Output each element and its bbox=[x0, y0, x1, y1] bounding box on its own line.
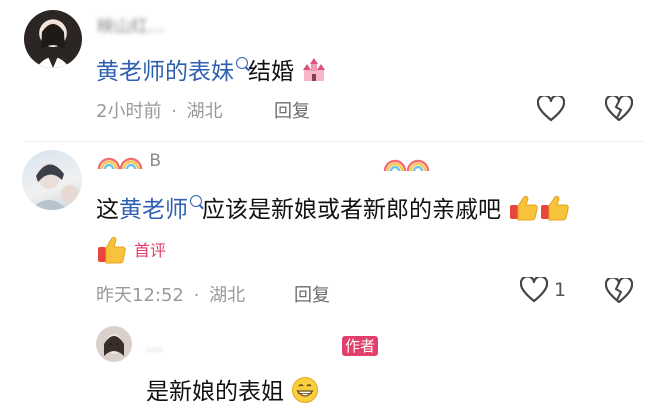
broken-heart-icon bbox=[605, 96, 633, 122]
comment-1-location: 湖北 bbox=[186, 101, 223, 122]
comment-1-time: 2小时前 bbox=[96, 101, 162, 122]
rainbow-emoji bbox=[96, 151, 149, 171]
comment-2-text: 这黄老师 应该是新娘或者新郎的亲戚吧 bbox=[96, 190, 570, 224]
commenter-2-name-text[interactable]: B bbox=[149, 151, 161, 171]
search-link-icon[interactable] bbox=[190, 195, 202, 207]
thumbs-up-emoji bbox=[98, 236, 126, 264]
comment-1-rest: 结婚 bbox=[248, 59, 294, 85]
heart-outline-icon bbox=[520, 277, 548, 303]
comment-1-dislike-button[interactable] bbox=[603, 93, 635, 125]
comment-2-dislike-button[interactable] bbox=[603, 275, 635, 307]
thumbs-up-emoji bbox=[508, 195, 570, 223]
reply-author-username[interactable]: … bbox=[146, 336, 163, 356]
reply-text: 是新娘的表姐 bbox=[146, 372, 319, 406]
comment-2-location: 湖北 bbox=[209, 285, 246, 306]
avatar-portrait-icon bbox=[30, 163, 79, 210]
comment-2-meta: 昨天12:52 · 湖北 bbox=[96, 281, 245, 307]
commenter-1-username[interactable]: 映山红… bbox=[97, 12, 165, 37]
comment-2-rest: 应该是新娘或者新郎的亲戚吧 bbox=[202, 197, 501, 223]
commenter-2-username[interactable]: B bbox=[96, 150, 161, 171]
mention-link[interactable]: 黄老师的表妹 bbox=[96, 59, 234, 85]
comment-2-like-button[interactable]: 1 bbox=[520, 277, 566, 303]
comment-2-reply-button[interactable]: 回复 bbox=[294, 281, 330, 307]
comment-1-text: 黄老师的表妹 结婚 bbox=[96, 52, 327, 86]
comment-1-meta: 2小时前 · 湖北 bbox=[96, 97, 223, 123]
comment-1-like-button[interactable] bbox=[535, 93, 567, 125]
avatar-commenter-2[interactable] bbox=[22, 150, 82, 210]
first-comment-tag: 首评 bbox=[96, 234, 166, 264]
wedding-castle-emoji bbox=[301, 58, 327, 85]
mention-link[interactable]: 黄老师 bbox=[119, 197, 188, 223]
meta-separator: · bbox=[171, 101, 177, 122]
avatar-reply-author[interactable] bbox=[96, 326, 132, 362]
grin-emoji bbox=[291, 377, 319, 405]
comment-2-time: 昨天12:52 bbox=[96, 285, 184, 306]
comment-divider bbox=[24, 141, 644, 142]
rainbow-emoji bbox=[382, 152, 432, 176]
author-badge: 作者 bbox=[342, 336, 379, 356]
heart-outline-icon bbox=[537, 96, 565, 122]
avatar-portrait-icon bbox=[104, 334, 124, 356]
meta-separator: · bbox=[193, 285, 200, 306]
reply-text-content: 是新娘的表姐 bbox=[146, 379, 284, 405]
avatar-commenter-1[interactable] bbox=[24, 10, 82, 68]
comment-1-reply-button[interactable]: 回复 bbox=[274, 97, 310, 123]
comment-2-prefix: 这 bbox=[96, 197, 119, 223]
broken-heart-icon bbox=[605, 278, 633, 304]
comment-2-like-count: 1 bbox=[554, 279, 567, 301]
first-comment-label: 首评 bbox=[134, 241, 167, 260]
avatar-portrait-icon bbox=[36, 22, 70, 68]
search-link-icon[interactable] bbox=[236, 57, 248, 69]
